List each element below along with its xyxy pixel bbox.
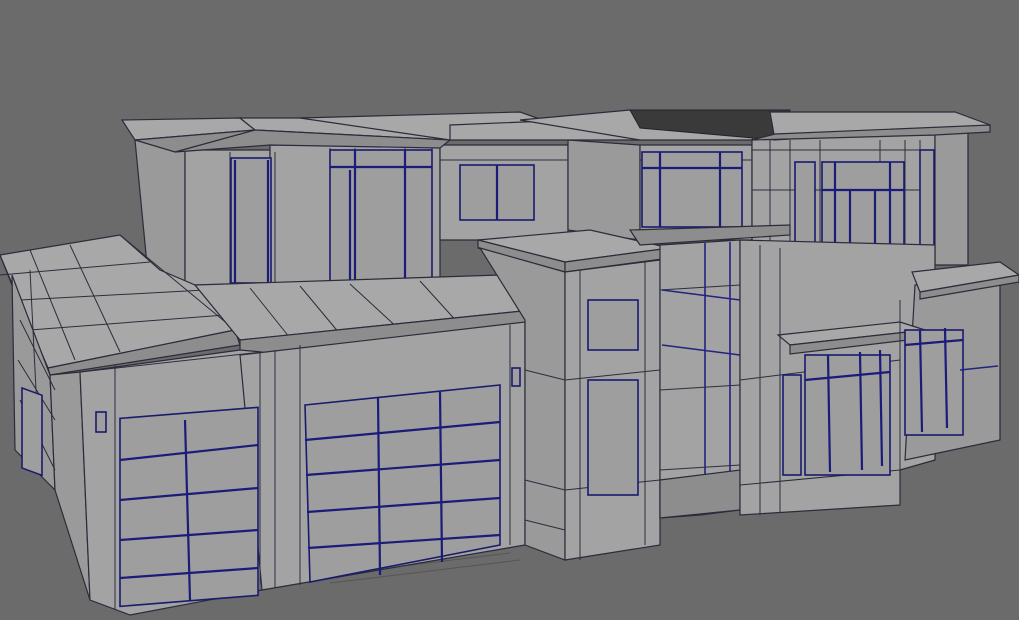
3d-viewport[interactable]	[0, 0, 1019, 620]
garage-wing	[79, 321, 526, 616]
house-wireframe-model[interactable]	[0, 0, 1019, 620]
right-wing	[739, 239, 1019, 516]
